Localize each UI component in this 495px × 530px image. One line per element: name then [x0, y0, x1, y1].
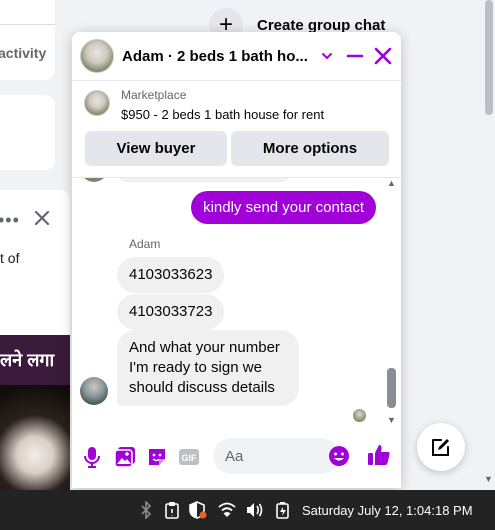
microphone-icon[interactable]	[80, 445, 104, 469]
message-input[interactable]	[213, 438, 339, 474]
message-bubble-partial	[118, 178, 290, 182]
marketplace-label: Marketplace	[121, 88, 187, 102]
sender-name: Adam	[129, 237, 161, 251]
chat-window: Adam · 2 beds 1 bath ho... Marketplace $…	[72, 32, 401, 488]
gif-icon[interactable]: GIF	[177, 445, 201, 469]
chat-scrollbar[interactable]: ▲ ▼	[384, 178, 399, 425]
shield-icon[interactable]	[189, 501, 207, 519]
divider	[0, 24, 55, 25]
post-banner-text: लने लगा	[0, 335, 70, 385]
listing-title[interactable]: $950 - 2 beds 1 bath house for rent	[121, 107, 324, 122]
post-text-snippet: t of	[0, 250, 20, 266]
background-left-column: activity ••• t of लने लगा	[0, 0, 70, 490]
sticker-icon[interactable]	[145, 445, 169, 469]
sidebar-activity-link[interactable]: activity	[0, 45, 46, 61]
close-icon[interactable]	[372, 45, 394, 67]
page-scrollbar-thumb[interactable]	[485, 0, 493, 115]
incoming-message[interactable]: 4103033723	[117, 294, 225, 330]
close-post-icon[interactable]	[32, 208, 52, 228]
taskbar-clock[interactable]: Saturday July 12, 1:04:18 PM	[302, 503, 473, 518]
more-options-icon[interactable]: •••	[0, 210, 20, 231]
thumbs-up-icon[interactable]	[367, 443, 391, 472]
chat-scrollbar-thumb[interactable]	[387, 368, 396, 408]
compose-icon	[432, 439, 449, 456]
emoji-icon[interactable]	[328, 445, 350, 472]
photo-icon[interactable]	[113, 445, 137, 469]
battery-icon[interactable]	[274, 501, 292, 519]
outgoing-message[interactable]: kindly send your contact	[191, 191, 376, 224]
more-options-button[interactable]: More options	[231, 131, 389, 166]
listing-thumbnail[interactable]	[84, 90, 110, 116]
page-scrollbar[interactable]: ▼	[482, 0, 495, 490]
chevron-down-icon[interactable]	[316, 45, 338, 67]
wifi-icon[interactable]	[218, 501, 236, 519]
scroll-down-arrow-icon[interactable]: ▼	[387, 415, 396, 425]
volume-icon[interactable]	[246, 501, 264, 519]
scroll-down-arrow-icon[interactable]: ▼	[484, 474, 493, 484]
post-image	[0, 385, 70, 490]
create-group-chat-label: Create group chat	[257, 16, 386, 34]
read-receipt-avatar	[353, 409, 366, 422]
svg-text:GIF: GIF	[182, 453, 198, 463]
new-message-button[interactable]	[417, 423, 465, 471]
incoming-message[interactable]: 4103033623	[117, 257, 225, 293]
clipboard-icon[interactable]	[163, 501, 181, 519]
sidebar-card: activity	[0, 0, 55, 80]
bluetooth-icon[interactable]	[137, 501, 155, 519]
minimize-icon[interactable]	[344, 45, 366, 67]
message-composer: GIF	[72, 425, 401, 488]
chat-header: Adam · 2 beds 1 bath ho...	[72, 32, 401, 81]
view-buyer-button[interactable]: View buyer	[85, 131, 227, 166]
marketplace-listing-bar: Marketplace $950 - 2 beds 1 bath house f…	[72, 81, 401, 178]
incoming-message[interactable]: And what your number I'm ready to sign w…	[117, 330, 299, 406]
sidebar-card-empty	[0, 95, 55, 170]
avatar	[80, 178, 108, 182]
scroll-up-arrow-icon[interactable]: ▲	[387, 178, 396, 188]
chat-title[interactable]: Adam · 2 beds 1 bath ho...	[122, 48, 310, 65]
system-taskbar: Saturday July 12, 1:04:18 PM	[0, 490, 495, 530]
listing-avatar[interactable]	[80, 39, 114, 73]
sender-avatar[interactable]	[80, 377, 108, 405]
message-thread[interactable]: kindly send your contact Adam 4103033623…	[72, 178, 401, 425]
